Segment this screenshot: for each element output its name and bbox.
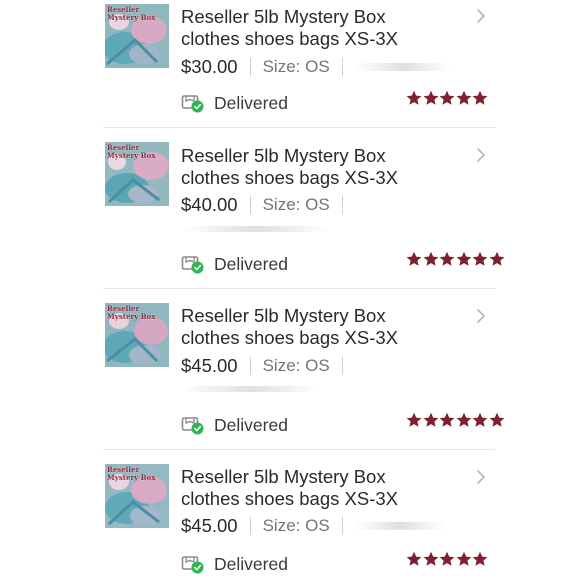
separator: [249, 517, 251, 535]
size: Size: OS: [262, 195, 330, 214]
star-icon: [406, 412, 422, 428]
separator: [249, 58, 251, 76]
redacted-text: [354, 522, 445, 530]
product-title[interactable]: Reseller 5lb Mystery Box clothes shoes b…: [181, 305, 471, 349]
redacted-text: [181, 226, 331, 232]
price-size-row: $45.00 Size: OS: [181, 514, 445, 538]
separator: [341, 196, 343, 214]
rating-stars: [406, 551, 489, 569]
star-icon: [423, 90, 439, 106]
status-text: Delivered: [214, 253, 288, 274]
separator: [249, 196, 251, 214]
product-title-line-1: Reseller 5lb Mystery Box: [181, 145, 386, 166]
size: Size: OS: [262, 356, 330, 375]
star-icon: [439, 412, 455, 428]
product-thumbnail[interactable]: Reseller Mystery Box: [105, 303, 169, 367]
star-icon: [439, 251, 455, 267]
separator: [249, 357, 251, 375]
order-item[interactable]: Reseller Mystery Box Reseller 5lb Myster…: [91, 128, 504, 287]
star-icon: [423, 251, 439, 267]
delivery-status: Delivered: [181, 553, 288, 575]
rating-stars: [406, 412, 505, 430]
rating-stars: [406, 90, 489, 108]
status-text: Delivered: [214, 414, 288, 435]
thumbnail-label: Reseller Mystery Box: [107, 5, 156, 22]
size: Size: OS: [262, 57, 330, 76]
redacted-text: [354, 63, 451, 71]
star-icon: [472, 90, 488, 106]
star-icon: [439, 551, 455, 567]
chevron-right-icon[interactable]: [475, 469, 487, 485]
product-title[interactable]: Reseller 5lb Mystery Box clothes shoes b…: [181, 6, 471, 50]
product-thumbnail[interactable]: Reseller Mystery Box: [105, 4, 169, 68]
product-title[interactable]: Reseller 5lb Mystery Box clothes shoes b…: [181, 466, 471, 510]
separator: [341, 58, 343, 76]
box-check-icon: [181, 417, 204, 435]
star-icon: [423, 412, 439, 428]
product-title-line-2: clothes shoes bags XS-3X: [181, 28, 398, 49]
product-title-line-2: clothes shoes bags XS-3X: [181, 488, 398, 509]
size: Size: OS: [262, 516, 330, 535]
star-icon: [472, 551, 488, 567]
status-text: Delivered: [214, 553, 288, 574]
product-title[interactable]: Reseller 5lb Mystery Box clothes shoes b…: [181, 145, 471, 189]
box-check-icon: [181, 556, 204, 574]
product-thumbnail[interactable]: Reseller Mystery Box: [105, 464, 169, 528]
star-icon: [423, 551, 439, 567]
price: $45.00: [181, 515, 238, 536]
product-title-line-1: Reseller 5lb Mystery Box: [181, 466, 386, 487]
star-icon: [489, 251, 505, 267]
separator: [341, 517, 343, 535]
star-icon: [456, 412, 472, 428]
star-icon: [456, 551, 472, 567]
delivery-status: Delivered: [181, 92, 288, 114]
star-icon: [456, 90, 472, 106]
price: $30.00: [181, 56, 238, 77]
delivery-status: Delivered: [181, 414, 288, 436]
thumbnail-label: Reseller Mystery Box: [107, 304, 156, 321]
product-title-line-1: Reseller 5lb Mystery Box: [181, 305, 386, 326]
price-size-row: $45.00 Size: OS: [181, 354, 355, 378]
star-icon: [406, 90, 422, 106]
chevron-right-icon[interactable]: [475, 8, 487, 24]
price: $40.00: [181, 194, 238, 215]
product-thumbnail[interactable]: Reseller Mystery Box: [105, 142, 169, 206]
box-check-icon: [181, 256, 204, 274]
price: $45.00: [181, 355, 238, 376]
star-icon: [472, 412, 488, 428]
thumbnail-label: Reseller Mystery Box: [107, 143, 156, 160]
product-title-line-2: clothes shoes bags XS-3X: [181, 167, 398, 188]
star-icon: [406, 251, 422, 267]
box-check-icon: [181, 95, 204, 113]
redacted-text: [181, 386, 321, 392]
product-title-line-1: Reseller 5lb Mystery Box: [181, 6, 386, 27]
rating-stars: [406, 251, 505, 269]
chevron-right-icon[interactable]: [475, 147, 487, 163]
star-icon: [489, 412, 505, 428]
star-icon: [406, 551, 422, 567]
separator: [341, 357, 343, 375]
order-item[interactable]: Reseller Mystery Box Reseller 5lb Myster…: [91, 289, 504, 448]
delivery-status: Delivered: [181, 253, 288, 275]
order-list: Reseller Mystery Box Reseller 5lb Myster…: [91, 0, 504, 580]
price-size-row: $30.00 Size: OS: [181, 55, 451, 79]
status-text: Delivered: [214, 92, 288, 113]
page: Reseller Mystery Box Reseller 5lb Myster…: [0, 0, 580, 580]
product-title-line-2: clothes shoes bags XS-3X: [181, 327, 398, 348]
chevron-right-icon[interactable]: [475, 308, 487, 324]
thumbnail-label: Reseller Mystery Box: [107, 465, 156, 482]
star-icon: [439, 90, 455, 106]
order-item[interactable]: Reseller Mystery Box Reseller 5lb Myster…: [91, 0, 504, 126]
star-icon: [472, 251, 488, 267]
star-icon: [456, 251, 472, 267]
price-size-row: $40.00 Size: OS: [181, 193, 355, 217]
order-item[interactable]: Reseller Mystery Box Reseller 5lb Myster…: [91, 450, 504, 580]
